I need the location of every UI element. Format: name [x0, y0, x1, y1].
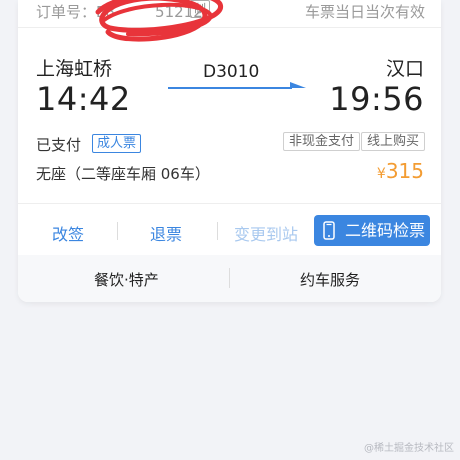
divider [229, 268, 230, 288]
divider [117, 222, 118, 240]
change-station-button[interactable]: 变更到站 [234, 221, 298, 245]
watermark: @稀土掘金技术社区 [364, 443, 454, 454]
non-cash-payment-tag: 非现金支付 [283, 132, 361, 151]
order-row: 订单号：E8 51212 制 车票当日当次有效 [18, 0, 441, 42]
divider [217, 222, 218, 240]
services-bar: 餐饮·特产 约车服务 [18, 255, 441, 302]
rebook-button[interactable]: 改签 [52, 221, 84, 245]
departure-station: 上海虹桥 [36, 58, 113, 80]
refund-button[interactable]: 退票 [150, 221, 182, 245]
ticket-price: ¥315 [377, 159, 424, 183]
price-amount: 315 [385, 159, 424, 183]
train-number: D3010 [203, 62, 260, 82]
arrival-time: 19:56 [329, 80, 424, 118]
payment-status: 已支付 [36, 136, 82, 154]
phone-icon [323, 221, 335, 240]
qr-check-in-button[interactable]: 二维码检票 [314, 215, 430, 246]
seat-info: 无座（二等座车厢 06车） [36, 165, 210, 183]
qr-check-in-label: 二维码检票 [345, 221, 426, 240]
ticket-card: 订单号：E8 51212 制 车票当日当次有效 上海虹桥 D3010 汉口 14:… [18, 0, 441, 302]
direction-arrow-icon [168, 82, 306, 89]
online-purchase-tag: 线上购买 [361, 132, 426, 151]
arrival-station: 汉口 [385, 58, 424, 80]
departure-time: 14:42 [36, 80, 131, 118]
red-scribble-redaction [95, 0, 223, 42]
dining-specialty-link[interactable]: 餐饮·特产 [94, 269, 159, 290]
ticket-valid-note: 车票当日当次有效 [304, 3, 425, 21]
car-service-link[interactable]: 约车服务 [300, 269, 360, 290]
action-bar: 改签 退票 变更到站 二维码检票 [18, 203, 441, 255]
currency-symbol: ¥ [376, 166, 386, 182]
ticket-type-badge: 成人票 [92, 134, 142, 153]
